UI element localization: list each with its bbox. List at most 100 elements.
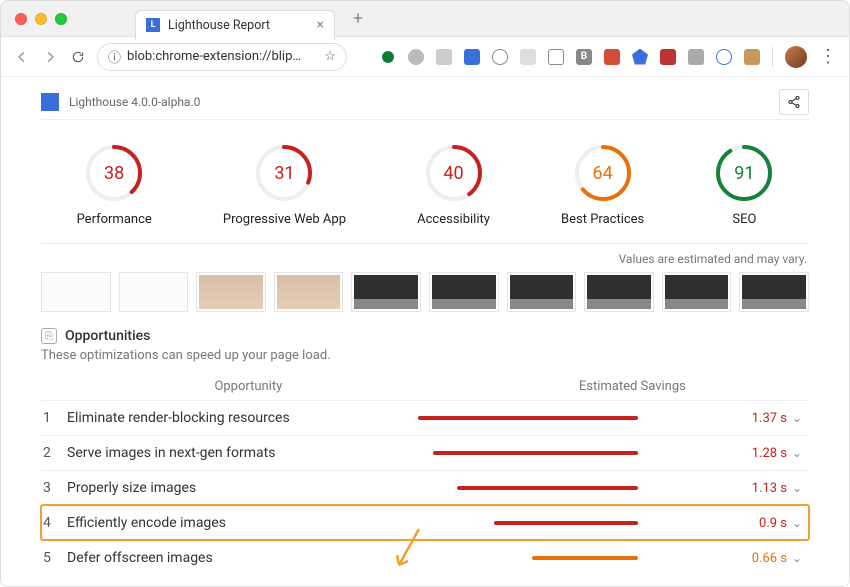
extension-icon[interactable] <box>716 49 732 65</box>
chrome-menu-icon[interactable]: ⋮ <box>819 46 837 67</box>
chevron-down-icon[interactable]: ⌄ <box>787 481 807 495</box>
filmstrip-frame[interactable] <box>274 272 344 312</box>
extension-icon[interactable] <box>436 49 452 65</box>
extension-icon[interactable] <box>660 49 676 65</box>
savings-bar-wrap <box>418 486 727 490</box>
browser-tab[interactable]: L Lighthouse Report × <box>135 10 335 40</box>
opportunities-icon: ⎘ <box>41 328 57 344</box>
estimate-note: Values are estimated and may vary. <box>43 252 807 266</box>
opportunity-name: Eliminate render-blocking resources <box>67 410 418 426</box>
opportunity-name: Properly size images <box>67 480 418 496</box>
address-bar[interactable]: ⓘ blob:chrome-extension://blip… ☆ <box>97 43 347 71</box>
row-index: 4 <box>43 515 67 531</box>
gauge-score: 38 <box>85 144 143 202</box>
opportunity-name: Efficiently encode images <box>67 515 418 531</box>
savings-bar-wrap <box>418 451 727 455</box>
score-gauge[interactable]: 31 Progressive Web App <box>223 144 346 227</box>
col-savings: Estimated Savings <box>456 379 809 394</box>
score-gauge[interactable]: 91 SEO <box>715 144 773 227</box>
filmstrip-frame[interactable] <box>429 272 499 312</box>
opportunity-row[interactable]: 3 Properly size images 1.13 s ⌄ <box>41 470 809 505</box>
gauge-score: 31 <box>255 144 313 202</box>
gauge-ring: 64 <box>574 144 632 202</box>
savings-bar-wrap <box>418 556 727 560</box>
report-viewport: Lighthouse 4.0.0-alpha.0 38 Performance … <box>1 77 849 586</box>
score-gauge[interactable]: 38 Performance <box>77 144 152 227</box>
opportunities-subtitle: These optimizations can speed up your pa… <box>41 348 809 363</box>
filmstrip-frame[interactable] <box>507 272 577 312</box>
filmstrip-frame[interactable] <box>41 272 111 312</box>
minimize-window-button[interactable] <box>35 13 47 25</box>
close-tab-icon[interactable]: × <box>317 17 324 33</box>
back-button[interactable] <box>13 48 31 66</box>
chevron-down-icon[interactable]: ⌄ <box>787 411 807 425</box>
version-label: Lighthouse 4.0.0-alpha.0 <box>69 95 200 109</box>
filmstrip-frame[interactable] <box>196 272 266 312</box>
gauge-score: 40 <box>425 144 483 202</box>
filmstrip-frame[interactable] <box>739 272 809 312</box>
score-gauge[interactable]: 64 Best Practices <box>561 144 644 227</box>
filmstrip-frame[interactable] <box>662 272 732 312</box>
filmstrip-frame[interactable] <box>584 272 654 312</box>
score-gauge[interactable]: 40 Accessibility <box>417 144 490 227</box>
row-index: 5 <box>43 550 67 566</box>
savings-value: 0.9 s <box>727 516 787 531</box>
chevron-down-icon[interactable]: ⌄ <box>787 551 807 565</box>
extension-icon[interactable] <box>632 49 648 65</box>
extension-icon[interactable] <box>380 49 396 65</box>
titlebar: L Lighthouse Report × + <box>1 1 849 37</box>
extension-icon[interactable] <box>548 49 564 65</box>
bookmark-star-icon[interactable]: ☆ <box>324 49 336 64</box>
opportunities-title: Opportunities <box>65 328 150 344</box>
opportunities-header-row: Opportunity Estimated Savings <box>41 373 809 400</box>
extension-icon[interactable] <box>604 49 620 65</box>
opportunity-row[interactable]: 2 Serve images in next-gen formats 1.28 … <box>41 435 809 470</box>
zoom-window-button[interactable] <box>55 13 67 25</box>
gauge-label: Accessibility <box>417 212 490 227</box>
row-index: 3 <box>43 480 67 496</box>
profile-avatar[interactable] <box>785 46 807 68</box>
extension-icon[interactable] <box>520 49 536 65</box>
savings-bar-wrap <box>418 416 727 420</box>
extension-icon[interactable]: B <box>576 49 592 65</box>
share-button[interactable] <box>779 89 809 115</box>
filmstrip-frame[interactable] <box>119 272 189 312</box>
toolbar: ⓘ blob:chrome-extension://blip… ☆ B ⋮ <box>1 37 849 77</box>
savings-bar <box>494 521 639 525</box>
extension-strip: B ⋮ <box>357 46 837 68</box>
tab-title: Lighthouse Report <box>168 18 309 33</box>
extension-icon[interactable] <box>492 49 508 65</box>
reload-button[interactable] <box>69 48 87 66</box>
site-info-icon[interactable]: ⓘ <box>108 47 121 66</box>
savings-bar <box>532 556 638 560</box>
lighthouse-logo-icon <box>41 93 59 111</box>
extension-icon[interactable] <box>744 49 760 65</box>
url-text: blob:chrome-extension://blip… <box>127 49 318 64</box>
chevron-down-icon[interactable]: ⌄ <box>787 516 807 530</box>
score-gauges: 38 Performance 31 Progressive Web App 40… <box>41 144 809 227</box>
opportunity-row[interactable]: 4 Efficiently encode images 0.9 s ⌄ <box>41 505 809 540</box>
gauge-score: 91 <box>715 144 773 202</box>
new-tab-button[interactable]: + <box>353 8 363 29</box>
gauge-label: Performance <box>77 212 152 227</box>
opportunities-heading: ⎘ Opportunities <box>41 328 809 344</box>
opportunity-row[interactable]: 1 Eliminate render-blocking resources 1.… <box>41 400 809 435</box>
gauge-ring: 31 <box>255 144 313 202</box>
gauge-ring: 38 <box>85 144 143 202</box>
savings-bar <box>418 416 638 420</box>
savings-value: 1.13 s <box>727 481 787 496</box>
gauge-score: 64 <box>574 144 632 202</box>
close-window-button[interactable] <box>15 13 27 25</box>
divider <box>41 243 809 244</box>
extension-icon[interactable] <box>464 49 480 65</box>
window-controls <box>15 13 67 25</box>
extension-icon[interactable] <box>688 49 704 65</box>
chevron-down-icon[interactable]: ⌄ <box>787 446 807 460</box>
forward-button[interactable] <box>41 48 59 66</box>
filmstrip-frame[interactable] <box>351 272 421 312</box>
extension-icon[interactable] <box>408 49 424 65</box>
gauge-label: Progressive Web App <box>223 212 346 227</box>
filmstrip-thumbnails <box>41 272 809 312</box>
opportunity-row[interactable]: 5 Defer offscreen images 0.66 s ⌄ <box>41 540 809 575</box>
lighthouse-favicon-icon: L <box>146 18 160 32</box>
